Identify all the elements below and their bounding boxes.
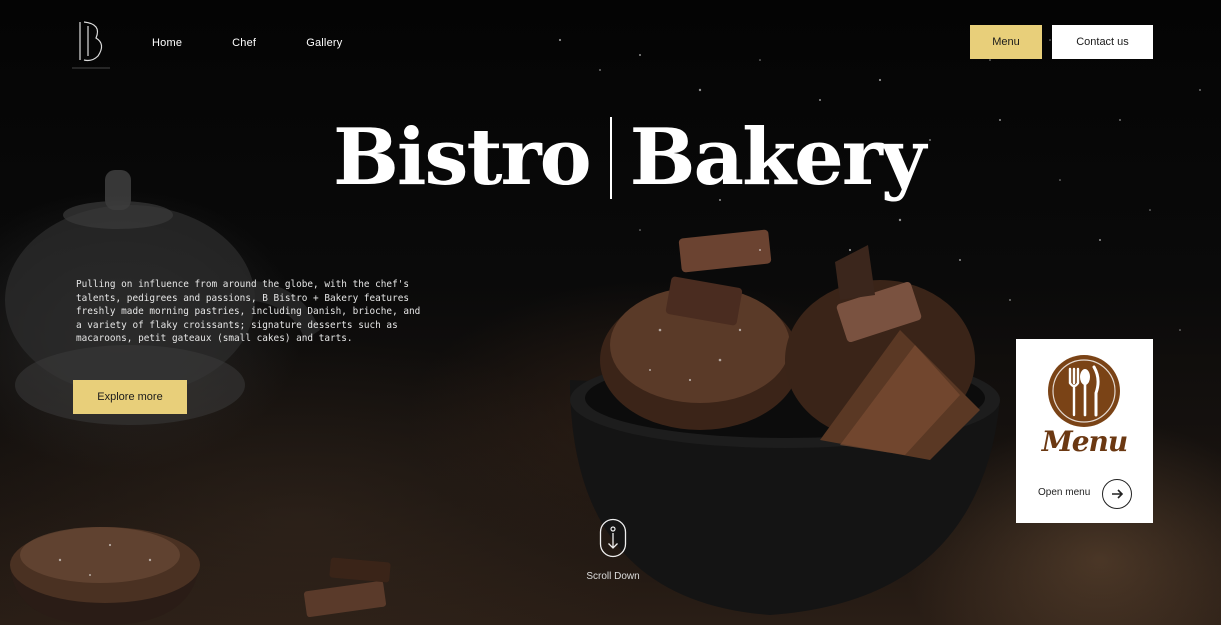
explore-more-button[interactable]: Explore more: [73, 380, 187, 414]
intro-text: Pulling on influence from around the glo…: [76, 279, 421, 344]
hero-section: Home Chef Gallery Menu Contact us Bistro…: [0, 0, 1221, 625]
menu-button[interactable]: Menu: [970, 25, 1042, 59]
arrow-right-icon: [1112, 489, 1124, 499]
scroll-down-icon[interactable]: [599, 518, 627, 558]
cutlery-icon: [1048, 355, 1120, 427]
menu-card[interactable]: Menu Open menu: [1016, 339, 1153, 523]
title-bakery: Bakery: [629, 112, 927, 203]
nav-link-chef[interactable]: Chef: [232, 36, 256, 50]
nav-link-gallery[interactable]: Gallery: [306, 36, 342, 50]
title-bistro: Bistro: [333, 112, 592, 203]
brand-logo-icon[interactable]: [70, 16, 112, 72]
open-menu-button[interactable]: [1102, 479, 1132, 509]
open-menu-label[interactable]: Open menu: [1038, 487, 1090, 498]
nav-link-home[interactable]: Home: [152, 36, 182, 50]
main-nav: Home Chef Gallery: [152, 36, 392, 50]
menu-card-title: Menu: [1041, 425, 1129, 458]
contact-button[interactable]: Contact us: [1052, 25, 1153, 59]
page-title: Bistro Bakery: [333, 108, 927, 208]
scroll-down-label: Scroll Down: [586, 571, 640, 582]
title-divider: [609, 117, 612, 199]
